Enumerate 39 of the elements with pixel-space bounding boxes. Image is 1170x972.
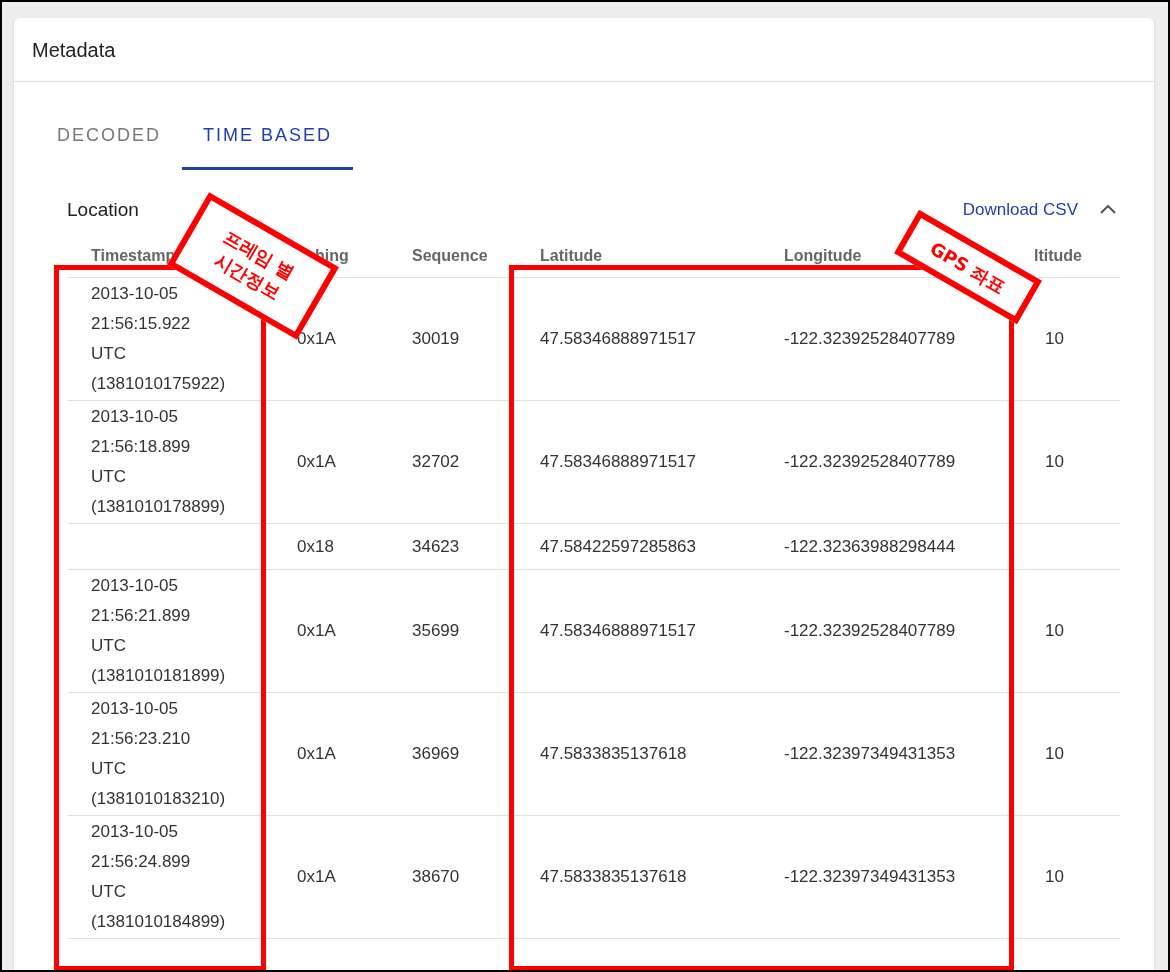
table-cell-text: 32702 (412, 451, 461, 473)
table-cell-text: 47.5833835137618 (540, 743, 688, 765)
table-cell-text: 10 (1045, 328, 1065, 350)
table-cell-text: 0x1A (297, 743, 337, 765)
table-cell-text: 0x1A (297, 866, 337, 888)
table-cell-text: 10 (1045, 620, 1065, 642)
table-cell-text: -122.32392528407789 (784, 620, 957, 642)
table-cell-text: -122.32363988298444 (784, 535, 957, 558)
table-cell-text: 34623 (412, 535, 461, 558)
table-cell-text: 0x1A (297, 451, 337, 473)
table-cell-text: 30019 (412, 328, 461, 350)
table-cell-text: -122.32392528407789 (784, 451, 957, 473)
table-cell-text: 47.58422597285863 (540, 535, 697, 558)
table-cell-text: 47.58346888971517 (540, 328, 697, 350)
table-cell-text: 2013-10-05 21:56:18.899 UTC (1381010178899) (91, 406, 226, 518)
table-cell-text: -122.32392528407789 (784, 328, 957, 350)
section-title: Location (67, 197, 139, 222)
table-cell-text: 36969 (412, 743, 461, 765)
table-cell-text: 2013-10-05 21:56:23.210 UTC (1381010183210) (91, 698, 226, 810)
table-cell-text: 47.58346888971517 (540, 620, 697, 642)
table-cell-text: -122.32397349431353 (784, 743, 957, 765)
table-cell-text: 0x18 (297, 535, 335, 558)
table-cell-text: 0x1A (297, 620, 337, 642)
panel-title: Metadata (32, 37, 116, 63)
table-cell-text: 10 (1045, 866, 1065, 888)
table-cell-text: -122.32397349431353 (784, 866, 957, 888)
table-cell-text: 47.58346888971517 (540, 451, 697, 473)
tab[interactable]: TIME BASED (182, 104, 354, 170)
column-header: Sequence (412, 247, 488, 264)
column-header: Latitude (540, 247, 603, 264)
column-header: Longitude (784, 247, 862, 264)
tab[interactable]: DECODED (36, 104, 182, 170)
table-cell-text: 10 (1045, 743, 1065, 765)
table-cell-text: 47.5833835137618 (540, 866, 688, 888)
table-cell-text: 10 (1045, 451, 1065, 473)
table-cell-text: 2013-10-05 21:56:24.899 UTC (1381010184899) (91, 821, 226, 933)
table-cell-text: 35699 (412, 620, 461, 642)
table-cell-text: 38670 (412, 866, 461, 888)
table-cell-text: 2013-10-05 21:56:21.899 UTC (1381010181899) (91, 575, 226, 687)
